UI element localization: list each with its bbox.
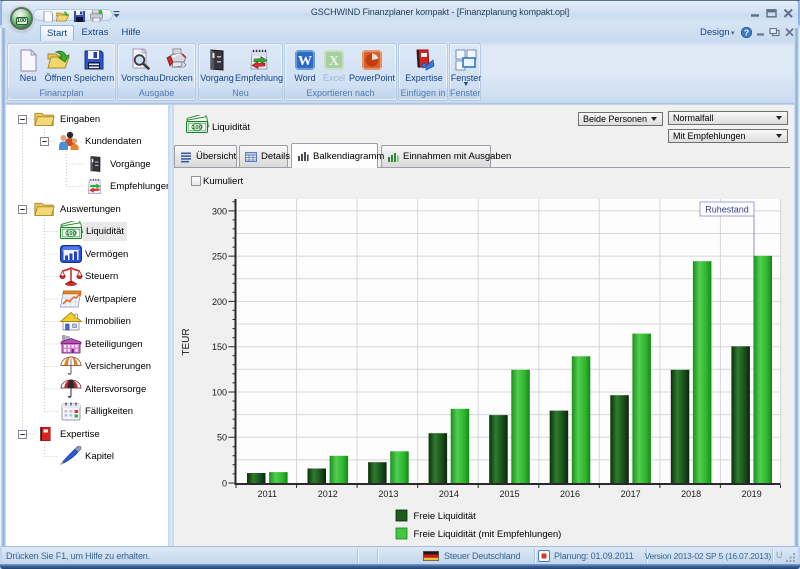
svg-text:150: 150 xyxy=(212,342,227,352)
svg-text:2015: 2015 xyxy=(499,489,519,499)
svg-text:300: 300 xyxy=(212,206,227,216)
svg-text:2019: 2019 xyxy=(742,489,762,499)
svg-text:?: ? xyxy=(744,28,749,38)
svg-text:50: 50 xyxy=(217,433,227,443)
svg-text:200: 200 xyxy=(212,297,227,307)
svg-text:Freie Liquidität (mit Empfehlu: Freie Liquidität (mit Empfehlungen) xyxy=(414,529,562,540)
svg-text:250: 250 xyxy=(212,252,227,262)
svg-text:100: 100 xyxy=(212,388,227,398)
svg-text:2017: 2017 xyxy=(621,489,641,499)
svg-text:Ruhestand: Ruhestand xyxy=(705,205,749,215)
svg-text:2016: 2016 xyxy=(560,489,580,499)
svg-text:X: X xyxy=(329,54,339,69)
svg-text:TEUR: TEUR xyxy=(181,328,192,355)
svg-text:2018: 2018 xyxy=(681,489,701,499)
svg-text:2012: 2012 xyxy=(318,489,338,499)
svg-text:Freie Liquidität: Freie Liquidität xyxy=(414,511,477,522)
svg-text:2013: 2013 xyxy=(378,489,398,499)
svg-text:0: 0 xyxy=(222,479,227,489)
svg-text:2011: 2011 xyxy=(258,489,277,499)
svg-text:2014: 2014 xyxy=(439,489,459,499)
